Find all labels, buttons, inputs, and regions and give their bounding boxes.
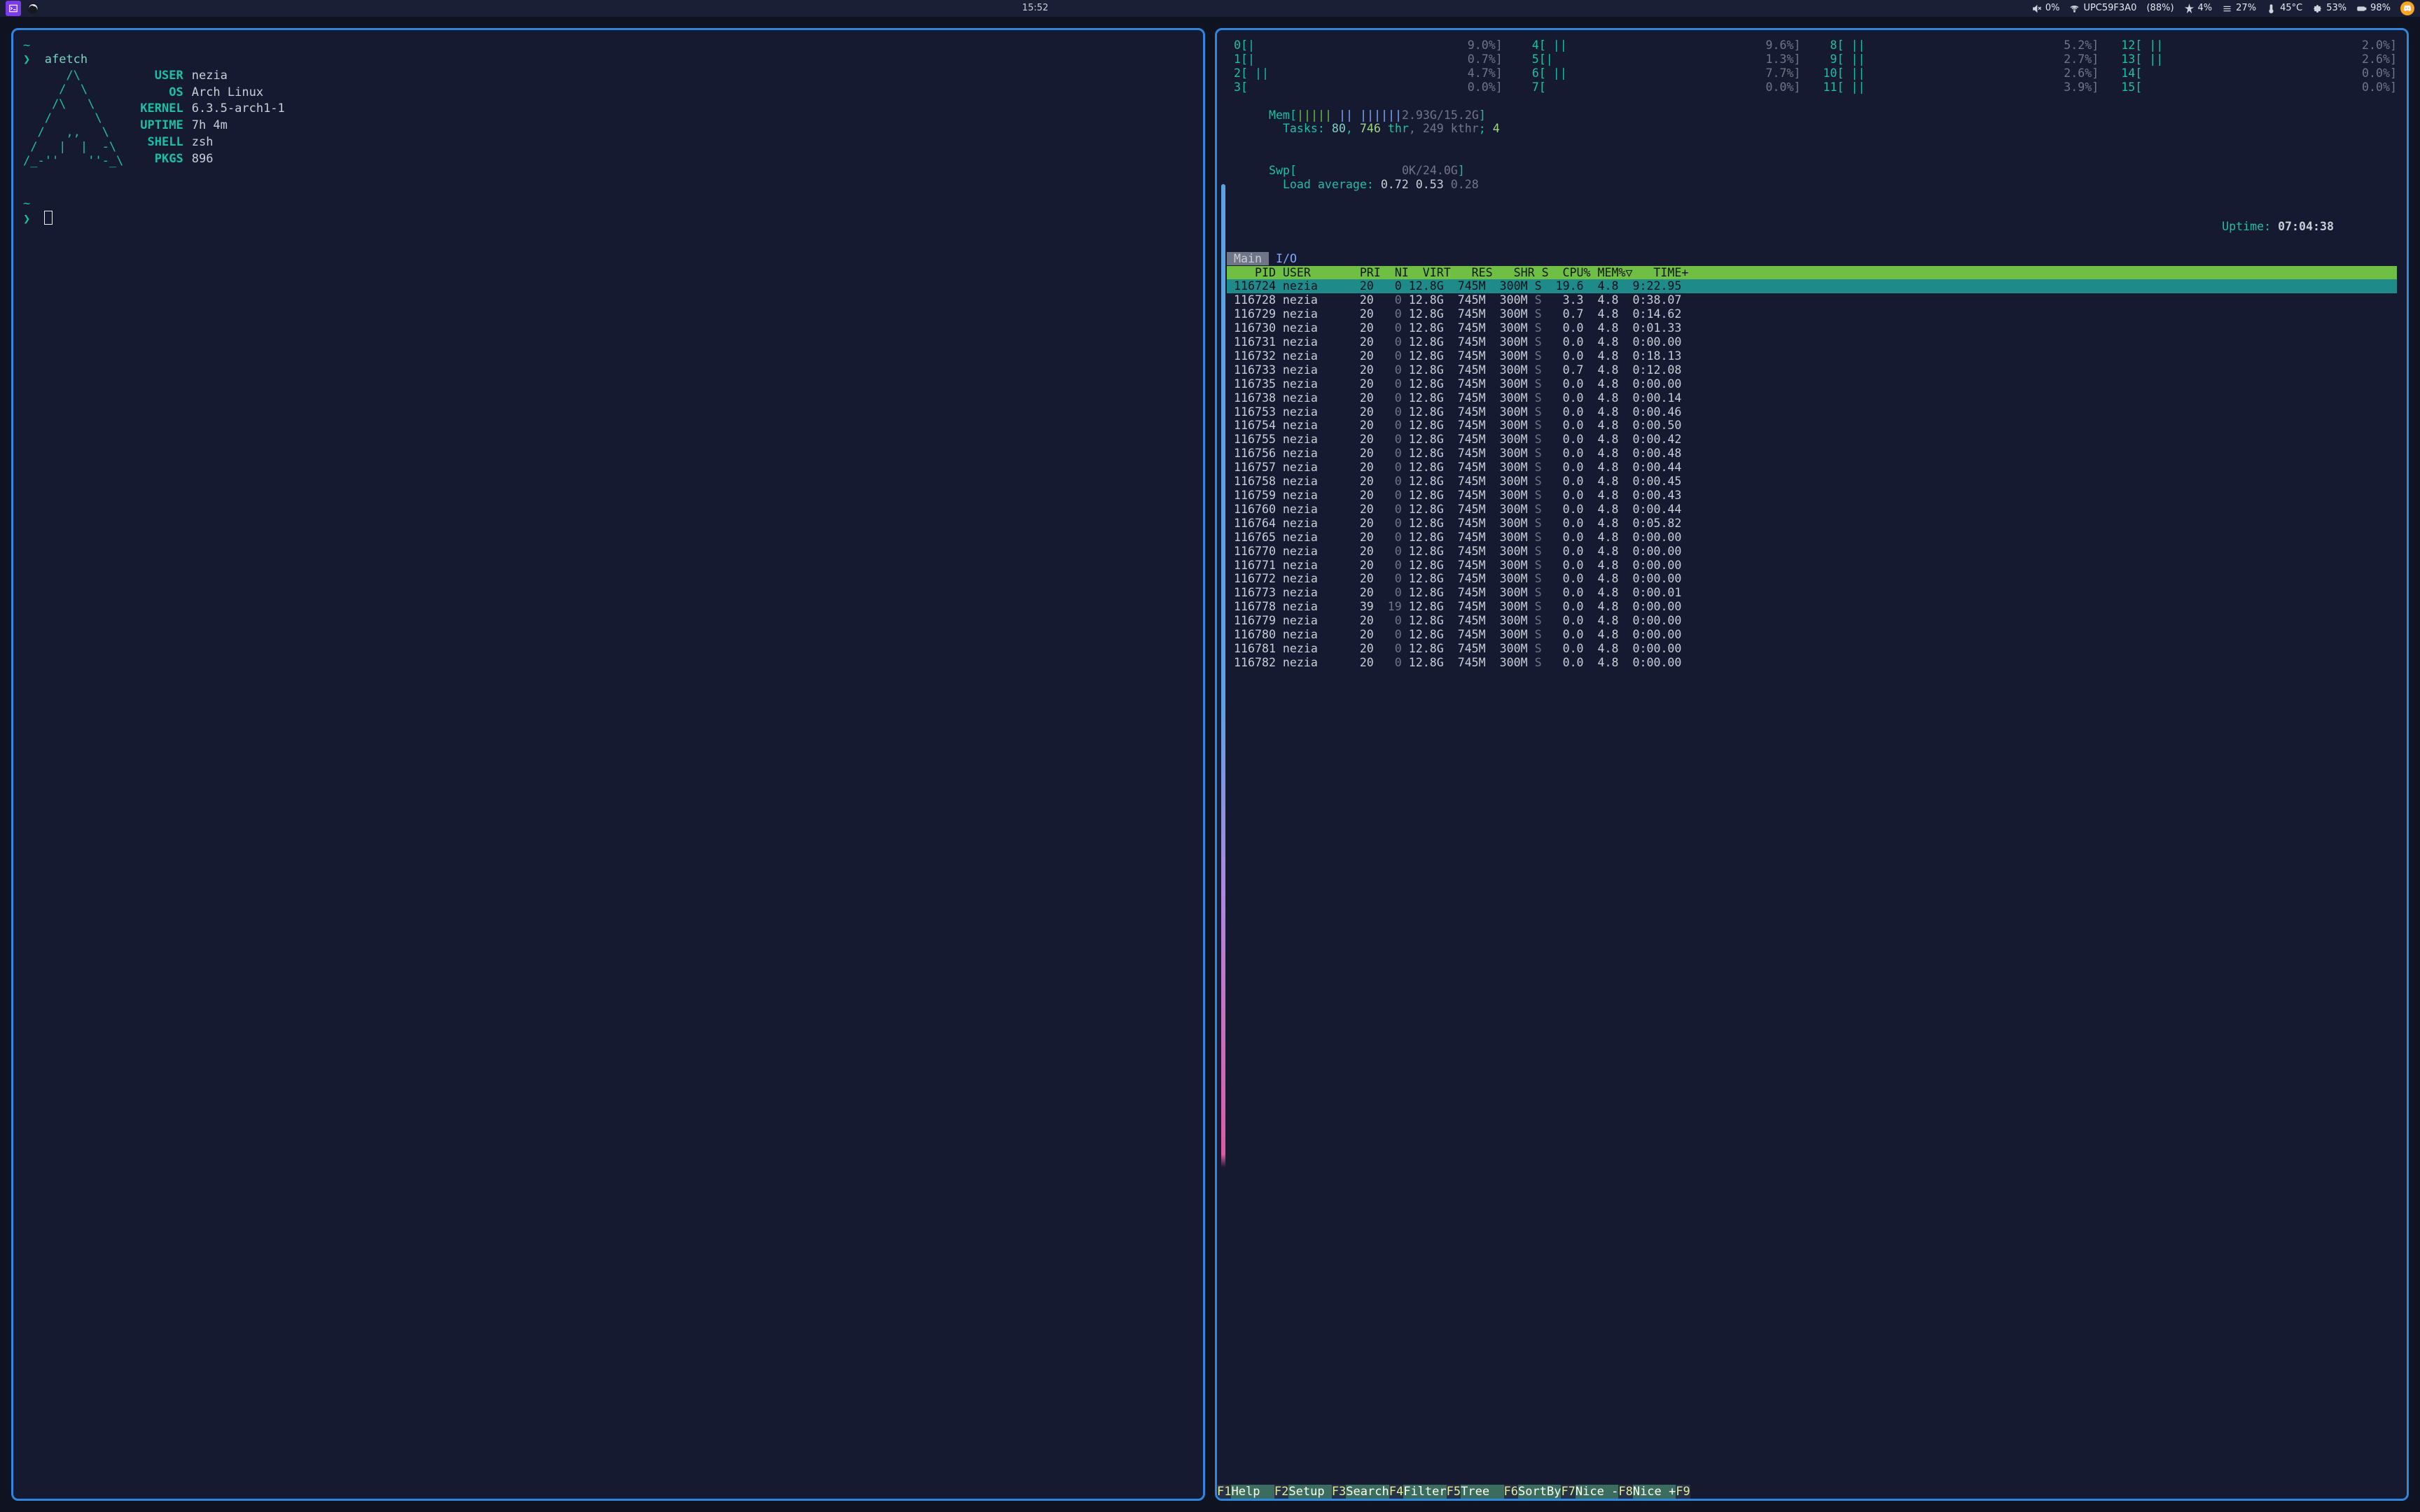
process-row[interactable]: 116780 nezia 20 0 12.8G 745M 300M S 0.0 … [1227,628,2397,642]
swap-meter: Swp[0K/24.0G] Load average: 0.72 0.53 0.… [1227,150,2397,206]
process-row[interactable]: 116731 nezia 20 0 12.8G 745M 300M S 0.0 … [1227,335,2397,349]
process-row[interactable]: 116755 nezia 20 0 12.8G 745M 300M S 0.0 … [1227,433,2397,447]
htop-tabs: MainI/O [1227,252,2397,266]
cpu-meter: 1[|0.7%] [1227,52,1503,66]
tmux-color-strip [1221,184,1225,1478]
process-row[interactable]: 116753 nezia 20 0 12.8G 745M 300M S 0.0 … [1227,405,2397,419]
afetch-val: Arch Linux [192,85,285,102]
cpu-meter: 14[0.0%] [2121,66,2397,80]
process-row[interactable]: 116735 nezia 20 0 12.8G 745M 300M S 0.0 … [1227,377,2397,391]
volume-indicator[interactable]: 0% [2031,3,2060,14]
afetch-key: OS [140,85,183,102]
wifi-indicator[interactable]: UPC59F3A0 (88%) [2069,3,2174,14]
process-row[interactable]: 116771 nezia 20 0 12.8G 745M 300M S 0.0 … [1227,559,2397,573]
cpu-meter: 3[0.0%] [1227,80,1503,94]
process-row[interactable]: 116779 nezia 20 0 12.8G 745M 300M S 0.0 … [1227,614,2397,628]
process-row[interactable]: 116756 nezia 20 0 12.8G 745M 300M S 0.0 … [1227,447,2397,461]
process-row[interactable]: 116773 nezia 20 0 12.8G 745M 300M S 0.0 … [1227,586,2397,600]
process-row[interactable]: 116724 nezia 20 0 12.8G 745M 300M S 19.6… [1227,279,2397,293]
star-burst-icon [2184,4,2195,14]
process-row[interactable]: 116760 nezia 20 0 12.8G 745M 300M S 0.0 … [1227,503,2397,517]
obs-icon[interactable] [27,2,39,15]
prompt-char-2: ❯ [23,212,30,226]
left-terminal-pane[interactable]: ~ ❯ afetch /\ / \ /\ \ / \ / ,, \ / | | … [11,28,1205,1501]
cpu-meter: 0[|9.0%] [1227,38,1503,52]
afetch-key: SHELL [140,135,183,152]
process-row[interactable]: 116778 nezia 39 19 12.8G 745M 300M S 0.0… [1227,600,2397,614]
clock[interactable]: 15:52 [1022,3,1048,13]
process-row[interactable]: 116728 nezia 20 0 12.8G 745M 300M S 3.3 … [1227,293,2397,307]
process-row[interactable]: 116757 nezia 20 0 12.8G 745M 300M S 0.0 … [1227,461,2397,475]
afetch-output: /\ / \ /\ \ / \ / ,, \ / | | -\ /_-'' ''… [23,69,1193,169]
process-row[interactable]: 116759 nezia 20 0 12.8G 745M 300M S 0.0 … [1227,489,2397,503]
process-row[interactable]: 116781 nezia 20 0 12.8G 745M 300M S 0.0 … [1227,642,2397,656]
volume-mute-icon [2031,4,2042,14]
process-row[interactable]: 116730 nezia 20 0 12.8G 745M 300M S 0.0 … [1227,321,2397,335]
shell-tilde-2: ~ [23,197,30,211]
process-row[interactable]: 116738 nezia 20 0 12.8G 745M 300M S 0.0 … [1227,391,2397,405]
tab-main[interactable]: Main [1227,252,1269,265]
discord-tray-icon[interactable] [2400,1,2414,15]
cpu-meter: 6[ ||7.7%] [1525,66,1801,80]
terminal-launcher-icon[interactable] [6,1,21,16]
process-row[interactable]: 116770 nezia 20 0 12.8G 745M 300M S 0.0 … [1227,545,2397,559]
afetch-key: UPTIME [140,118,183,135]
cpu-meter: 11[ ||3.9%] [1823,80,2099,94]
process-row[interactable]: 116758 nezia 20 0 12.8G 745M 300M S 0.0 … [1227,475,2397,489]
cpu-meter: 10[ ||2.6%] [1823,66,2099,80]
arch-ascii-logo: /\ / \ /\ \ / \ / ,, \ / | | -\ /_-'' ''… [23,69,123,169]
hamburger-icon [2222,4,2232,14]
cpu-meter: 5[|1.3%] [1525,52,1801,66]
battery-indicator[interactable]: 98% [2356,3,2391,14]
afetch-val: 7h 4m [192,118,285,135]
tab-io[interactable]: I/O [1269,252,1304,265]
settings-indicator[interactable]: 53% [2312,3,2346,14]
process-table[interactable]: 116724 nezia 20 0 12.8G 745M 300M S 19.6… [1227,279,2397,669]
cpu-meter: 2[ ||4.7%] [1227,66,1503,80]
cpu-meter: 7[0.0%] [1525,80,1801,94]
cpu-meter: 15[0.0%] [2121,80,2397,94]
process-row[interactable]: 116754 nezia 20 0 12.8G 745M 300M S 0.0 … [1227,419,2397,433]
afetch-key: KERNEL [140,102,183,118]
thermo-indicator[interactable]: 45°C [2266,3,2302,14]
battery-icon [2356,4,2367,14]
process-row[interactable]: 116729 nezia 20 0 12.8G 745M 300M S 0.7 … [1227,307,2397,321]
cpu-meters: 0[|9.0%] 1[|0.7%] 2[ ||4.7%] 3[0.0%] 4[ … [1227,38,2397,94]
process-row[interactable]: 116782 nezia 20 0 12.8G 745M 300M S 0.0 … [1227,656,2397,670]
afetch-val: nezia [192,69,285,85]
afetch-key: PKGS [140,152,183,169]
afetch-info-table: USER nezia OS Arch Linux KERNEL 6.3.5-arch1-1… [140,69,284,169]
fn-key-bar[interactable]: F1Help F2Setup F3SearchF4FilterF5Tree F6… [1217,1485,2407,1499]
right-htop-pane[interactable]: 0[|9.0%] 1[|0.7%] 2[ ||4.7%] 3[0.0%] 4[ … [1215,28,2409,1501]
gear-icon [2312,4,2323,14]
process-row[interactable]: 116764 nezia 20 0 12.8G 745M 300M S 0.0 … [1227,517,2397,531]
uptime-line: Uptime: 07:04:38 [1227,206,2397,248]
cpu-meter: 13[ ||2.6%] [2121,52,2397,66]
prompt-char: ❯ [23,52,30,66]
menu-indicator[interactable]: 27% [2222,3,2256,14]
cursor-caret[interactable] [45,211,52,224]
afetch-key: USER [140,69,183,85]
process-row[interactable]: 116732 nezia 20 0 12.8G 745M 300M S 0.0 … [1227,349,2397,363]
cpu-meter: 8[ ||5.2%] [1823,38,2099,52]
typed-command: afetch [45,52,88,66]
afetch-val: 6.3.5-arch1-1 [192,102,285,118]
process-row[interactable]: 116765 nezia 20 0 12.8G 745M 300M S 0.0 … [1227,531,2397,545]
process-table-header[interactable]: PID USER PRI NI VIRT RES SHR S CPU% MEM%… [1227,266,2397,280]
mem-meter: Mem[||||| || ||||||2.93G/15.2G] Tasks: 8… [1227,94,2397,150]
cpu-meter: 12[ ||2.0%] [2121,38,2397,52]
afetch-val: zsh [192,135,285,152]
taskbar: 15:52 0% UPC59F3A0 (88%) 4% 27% 45°C 53% [0,0,2420,17]
cpu-meter: 9[ ||2.7%] [1823,52,2099,66]
process-row[interactable]: 116733 nezia 20 0 12.8G 745M 300M S 0.7 … [1227,363,2397,377]
shell-tilde: ~ [23,38,30,52]
cpu-meter: 4[ ||9.6%] [1525,38,1801,52]
thermometer-icon [2266,4,2276,14]
wifi-icon [2069,4,2080,14]
afetch-val: 896 [192,152,285,169]
process-row[interactable]: 116772 nezia 20 0 12.8G 745M 300M S 0.0 … [1227,572,2397,586]
notification-indicator[interactable]: 4% [2184,3,2213,14]
